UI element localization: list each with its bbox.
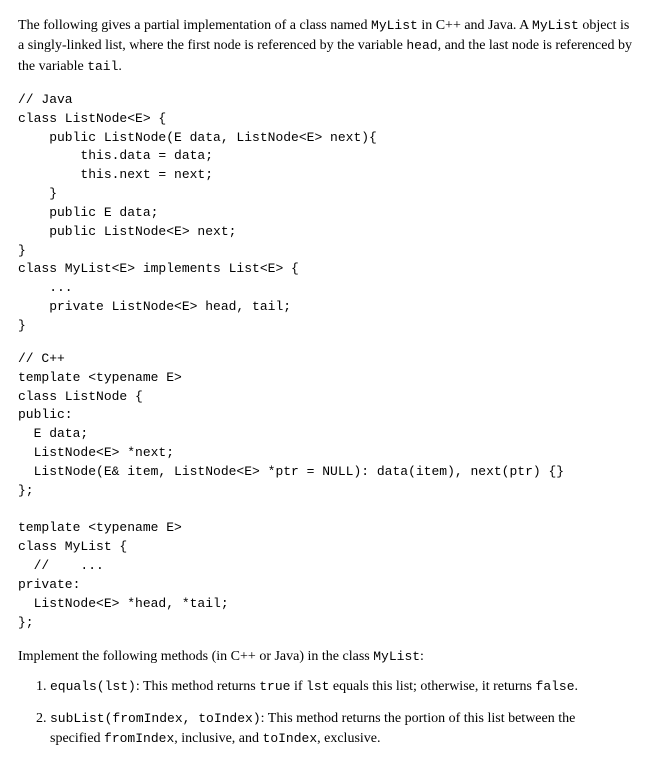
method-desc: equals this list; otherwise, it returns — [329, 679, 535, 694]
code-lst: lst — [306, 679, 329, 694]
code-tail: tail — [87, 59, 118, 74]
code-mylist: MyList — [371, 18, 418, 33]
intro-text: . — [118, 59, 122, 74]
code-head: head — [406, 38, 437, 53]
instruction-text: : — [420, 649, 424, 664]
method-desc: . — [575, 679, 579, 694]
code-fromindex: fromIndex — [104, 731, 174, 746]
intro-paragraph: The following gives a partial implementa… — [18, 16, 635, 77]
list-item: subList(fromIndex, toIndex): This method… — [50, 709, 635, 750]
list-item: equals(lst): This method returns true if… — [50, 677, 635, 697]
method-desc: , inclusive, and — [174, 731, 262, 746]
code-mylist: MyList — [532, 18, 579, 33]
code-true: true — [259, 679, 290, 694]
code-mylist: MyList — [373, 649, 420, 664]
method-desc: , exclusive. — [317, 731, 380, 746]
method-signature: equals(lst) — [50, 679, 136, 694]
method-signature: subList(fromIndex, toIndex) — [50, 711, 261, 726]
method-desc: if — [290, 679, 306, 694]
instruction-paragraph: Implement the following methods (in C++ … — [18, 647, 635, 667]
java-code-block: // Java class ListNode<E> { public ListN… — [18, 91, 635, 336]
cpp-code-block: // C++ template <typename E> class ListN… — [18, 350, 635, 633]
instruction-text: Implement the following methods (in C++ … — [18, 649, 373, 664]
intro-text: The following gives a partial implementa… — [18, 18, 371, 33]
methods-list: equals(lst): This method returns true if… — [18, 677, 635, 750]
intro-text: in C++ and Java. A — [418, 18, 532, 33]
code-false: false — [536, 679, 575, 694]
method-desc: : This method returns — [136, 679, 259, 694]
code-toindex: toIndex — [263, 731, 318, 746]
